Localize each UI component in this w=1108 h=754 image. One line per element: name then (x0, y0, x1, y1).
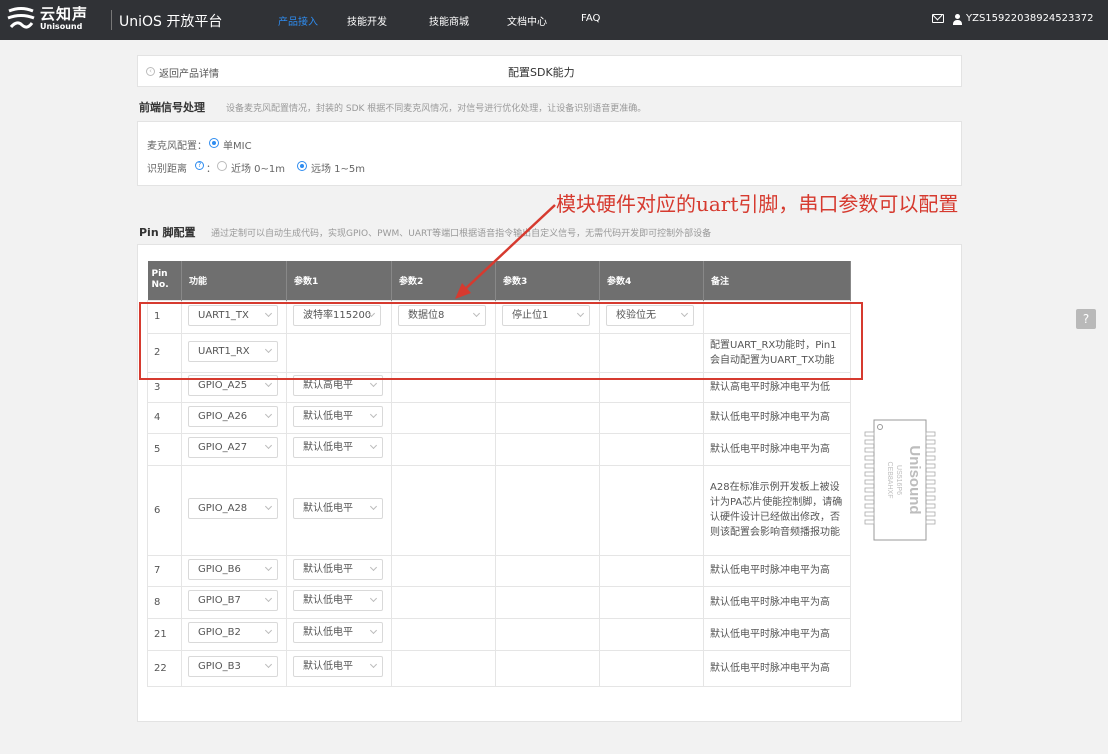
function-select[interactable]: GPIO_B6 (188, 558, 278, 580)
user-icon (952, 14, 962, 25)
frontend-config-panel (137, 121, 962, 186)
pin-note: 默认低电平时脉冲电平为高 (703, 401, 851, 434)
chevron-down-icon (264, 379, 273, 388)
logo-text-en: Unisound (40, 22, 83, 31)
table-row: 8 GPIO_B7 默认低电平 默认低电平时脉冲电平为高 (147, 585, 851, 619)
nav-product-access[interactable]: 产品接入 (278, 13, 318, 28)
table-row: 21 GPIO_B2 默认低电平 默认低电平时脉冲电平为高 (147, 617, 851, 651)
brand-logo[interactable]: 云知声 Unisound (6, 6, 88, 32)
chevron-down-icon (264, 660, 273, 669)
function-select[interactable]: GPIO_B7 (188, 590, 278, 611)
chevron-down-icon (369, 563, 378, 571)
pin-note: 默认低电平时脉冲电平为高 (703, 585, 851, 619)
help-icon[interactable]: ? (1076, 309, 1096, 329)
col-param4: 参数4 (599, 261, 704, 300)
chevron-down-icon (369, 441, 378, 450)
pin-number: 5 (147, 432, 182, 466)
function-select[interactable]: GPIO_A28 (188, 498, 278, 519)
chevron-down-icon (264, 502, 273, 511)
chevron-down-icon (369, 379, 378, 388)
level-select[interactable]: 默认低电平 (293, 622, 383, 643)
level-select[interactable]: 默认低电平 (293, 590, 383, 611)
chevron-down-icon (264, 441, 273, 450)
col-param2: 参数2 (391, 261, 496, 300)
table-row: 7 GPIO_B6 默认低电平 默认低电平时脉冲电平为高 (147, 554, 851, 587)
function-select[interactable]: GPIO_B2 (188, 622, 278, 643)
level-select[interactable]: 默认低电平 (293, 558, 383, 580)
table-row: 6 GPIO_A28 默认低电平 A28在标准示例开发板上被设计为PA芯片使能控… (147, 464, 851, 556)
level-select[interactable]: 默认低电平 (293, 405, 383, 427)
nav-docs[interactable]: 文档中心 (507, 13, 547, 28)
chevron-down-icon (369, 594, 378, 603)
col-param1: 参数1 (286, 261, 392, 300)
col-note: 备注 (703, 261, 851, 300)
distance-label: 识别距离 (147, 164, 187, 175)
distance-far-option: 远场 1~5m (311, 164, 366, 175)
table-row: 5 GPIO_A27 默认低电平 默认低电平时脉冲电平为高 (147, 432, 851, 466)
distance-near-option: 近场 0~1m (231, 164, 286, 175)
chip-brand: Unisound (906, 445, 923, 514)
pin-note: 默认低电平时脉冲电平为高 (703, 649, 851, 687)
mic-single-radio[interactable] (209, 138, 219, 148)
nav-skill-dev[interactable]: 技能开发 (347, 13, 387, 28)
back-to-product-link[interactable]: 返回产品详情 (159, 65, 219, 80)
function-select[interactable]: GPIO_A27 (188, 437, 278, 458)
pin-number: 22 (147, 649, 182, 687)
col-param3: 参数3 (495, 261, 600, 300)
chip-diagram: Unisound US516P6 CEB8AHXF (864, 419, 936, 541)
pin-number: 7 (147, 554, 182, 587)
chip-code: CEB8AHXF (886, 462, 893, 499)
unisound-logo-icon (7, 7, 35, 29)
col-pin-no: Pin No. (147, 261, 182, 300)
pin-note: 默认低电平时脉冲电平为高 (703, 617, 851, 651)
pin-table-header: Pin No. 功能 参数1 参数2 参数3 参数4 备注 (147, 261, 851, 300)
pin-note: 默认低电平时脉冲电平为高 (703, 432, 851, 466)
chevron-down-icon (369, 660, 378, 669)
level-select[interactable]: 默认低电平 (293, 656, 383, 677)
mic-single-option: 单MIC (223, 141, 252, 152)
function-select[interactable]: GPIO_A26 (188, 405, 278, 427)
chevron-down-icon (369, 502, 378, 511)
distance-colon: ： (206, 164, 216, 175)
frontend-section-title: 前端信号处理 (139, 101, 205, 114)
chip-model: US516P6 (895, 465, 902, 495)
mic-config-label: 麦克风配置： (147, 141, 207, 152)
nav-faq[interactable]: FAQ (581, 13, 600, 24)
nav-skill-store[interactable]: 技能商城 (429, 13, 469, 28)
distance-far-radio[interactable] (297, 161, 307, 171)
back-icon[interactable]: ‹ (146, 67, 155, 76)
pin-number: 6 (147, 464, 182, 556)
chevron-down-icon (369, 626, 378, 635)
top-navbar: 云知声 Unisound UniOS 开放平台 产品接入 技能开发 技能商城 文… (0, 0, 1108, 40)
level-select[interactable]: 默认低电平 (293, 437, 383, 458)
frontend-section-desc: 设备麦克风配置情况，封装的 SDK 根据不同麦克风情况，对信号进行优化处理，让设… (226, 104, 647, 114)
annotation-text: 模块硬件对应的uart引脚，串口参数可以配置 (556, 192, 959, 216)
pin-number: 21 (147, 617, 182, 651)
app-title: UniOS 开放平台 (119, 14, 223, 30)
chevron-down-icon (369, 410, 378, 418)
header-divider (111, 10, 112, 30)
pin-number: 8 (147, 585, 182, 619)
table-row: 22 GPIO_B3 默认低电平 默认低电平时脉冲电平为高 (147, 649, 851, 687)
chevron-down-icon (264, 626, 273, 635)
mail-icon[interactable] (932, 14, 944, 23)
pin-section-desc: 通过定制可以自动生成代码，实现GPIO、PWM、UART等端口根据语音指令输出自… (211, 229, 712, 239)
pin-note: 默认低电平时脉冲电平为高 (703, 554, 851, 587)
highlight-box (139, 302, 863, 380)
pin-note: A28在标准示例开发板上被设计为PA芯片使能控制脚，请确认硬件设计已经做出修改，… (703, 464, 851, 556)
chevron-down-icon (264, 563, 273, 571)
page-title: 配置SDK能力 (508, 66, 575, 79)
distance-help-icon[interactable]: ? (195, 161, 204, 170)
chevron-down-icon (264, 594, 273, 603)
function-select[interactable]: GPIO_B3 (188, 656, 278, 677)
col-function: 功能 (181, 261, 287, 300)
logo-text-cn: 云知声 (40, 5, 89, 23)
chevron-down-icon (264, 410, 273, 418)
pin-number: 4 (147, 401, 182, 434)
pin-section-title: Pin 脚配置 (139, 226, 196, 239)
level-select[interactable]: 默认低电平 (293, 498, 383, 519)
user-account[interactable]: YZS15922038924523372 (966, 13, 1093, 24)
table-row: 4 GPIO_A26 默认低电平 默认低电平时脉冲电平为高 (147, 401, 851, 434)
distance-near-radio[interactable] (217, 161, 227, 171)
